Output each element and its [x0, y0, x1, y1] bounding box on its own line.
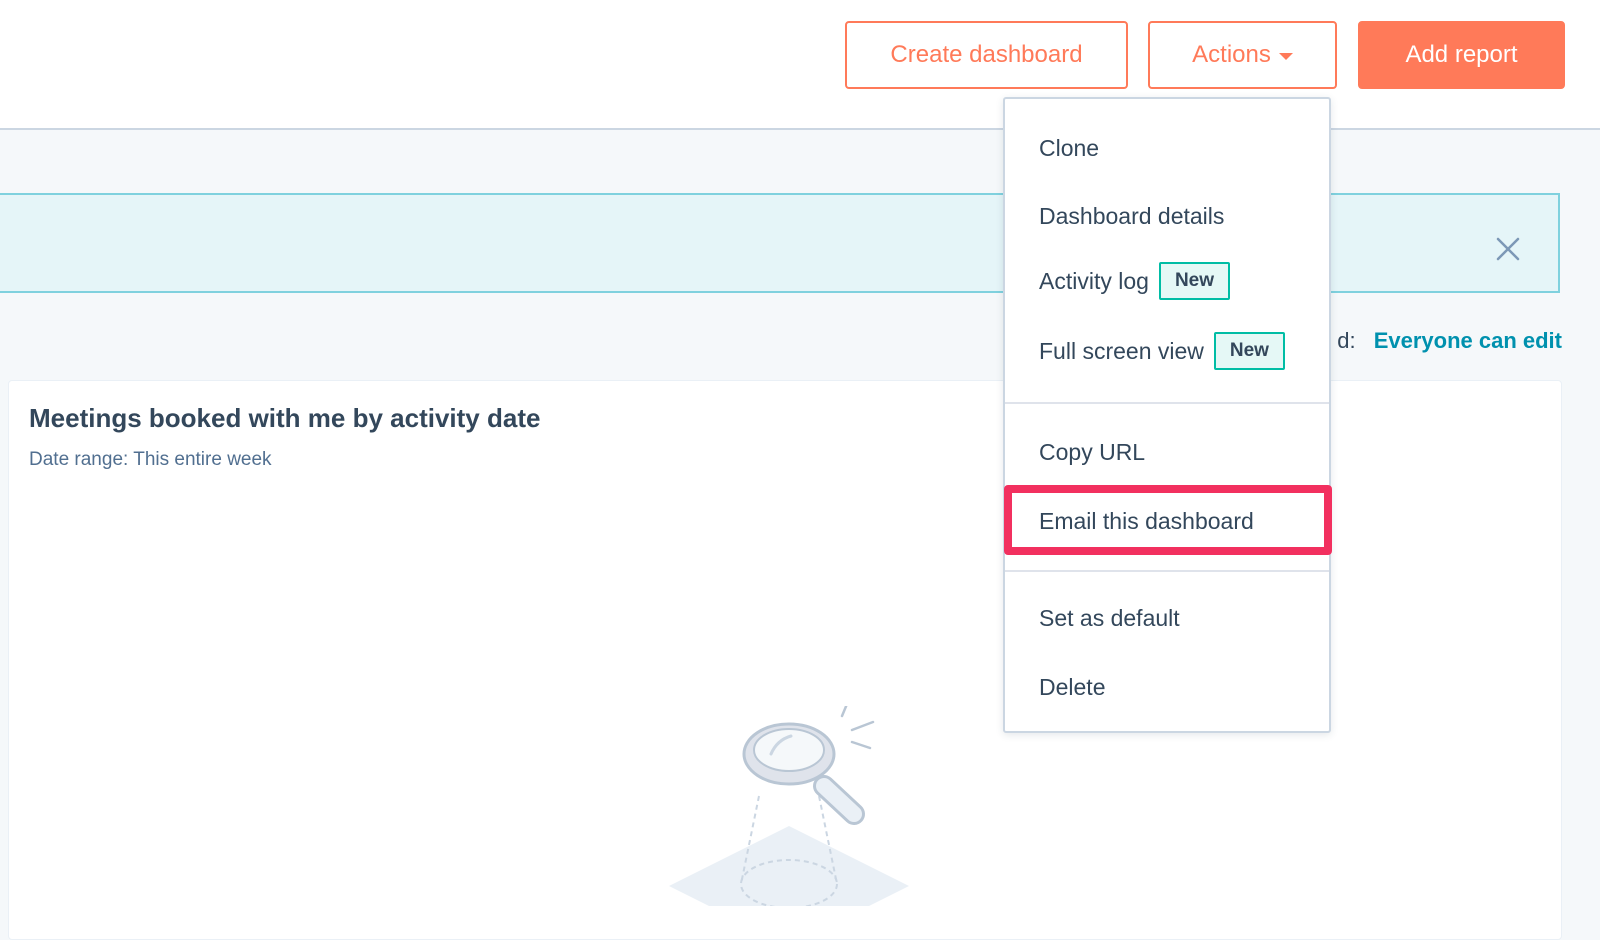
magnifier-empty-state-icon — [669, 706, 909, 906]
menu-divider — [1005, 570, 1329, 572]
caret-down-icon — [1278, 52, 1293, 60]
top-toolbar: Create dashboard Actions Add report — [0, 0, 1600, 130]
actions-button[interactable]: Actions — [1148, 21, 1337, 89]
actions-dropdown-menu: Clone Dashboard details Activity log New… — [1003, 97, 1331, 733]
close-icon[interactable] — [1493, 234, 1523, 264]
menu-item-label: Copy URL — [1039, 439, 1146, 465]
menu-item-label: Activity log — [1039, 267, 1149, 294]
sharing-link[interactable]: Everyone can edit — [1374, 328, 1562, 353]
menu-item-email-this-dashboard[interactable]: Email this dashboard — [1039, 508, 1254, 535]
new-badge: New — [1213, 332, 1285, 370]
sharing-setting: d: Everyone can edit — [1337, 328, 1562, 354]
menu-item-label: Dashboard details — [1039, 203, 1225, 229]
menu-item-dashboard-details[interactable]: Dashboard details — [1039, 203, 1224, 230]
actions-label: Actions — [1192, 41, 1271, 68]
new-badge: New — [1158, 262, 1231, 300]
menu-item-set-as-default[interactable]: Set as default — [1039, 605, 1180, 632]
menu-item-label: Full screen view — [1039, 337, 1204, 364]
sharing-label: d: — [1337, 328, 1356, 353]
menu-item-label: Email this dashboard — [1039, 508, 1254, 534]
menu-item-full-screen-view[interactable]: Full screen view New — [1039, 332, 1285, 370]
create-dashboard-label: Create dashboard — [890, 41, 1083, 68]
report-title: Meetings booked with me by activity date — [29, 403, 541, 433]
menu-item-label: Set as default — [1039, 605, 1180, 631]
add-report-label: Add report — [1405, 41, 1518, 68]
menu-item-clone[interactable]: Clone — [1039, 135, 1099, 162]
create-dashboard-button[interactable]: Create dashboard — [845, 21, 1128, 89]
menu-item-copy-url[interactable]: Copy URL — [1039, 439, 1145, 466]
menu-item-delete[interactable]: Delete — [1039, 674, 1105, 701]
menu-item-activity-log[interactable]: Activity log New — [1039, 262, 1231, 300]
menu-item-label: Delete — [1039, 674, 1106, 700]
report-date-range: Date range: This entire week — [29, 449, 272, 470]
menu-item-label: Clone — [1039, 135, 1100, 161]
add-report-button[interactable]: Add report — [1358, 21, 1565, 89]
menu-divider — [1005, 402, 1329, 404]
